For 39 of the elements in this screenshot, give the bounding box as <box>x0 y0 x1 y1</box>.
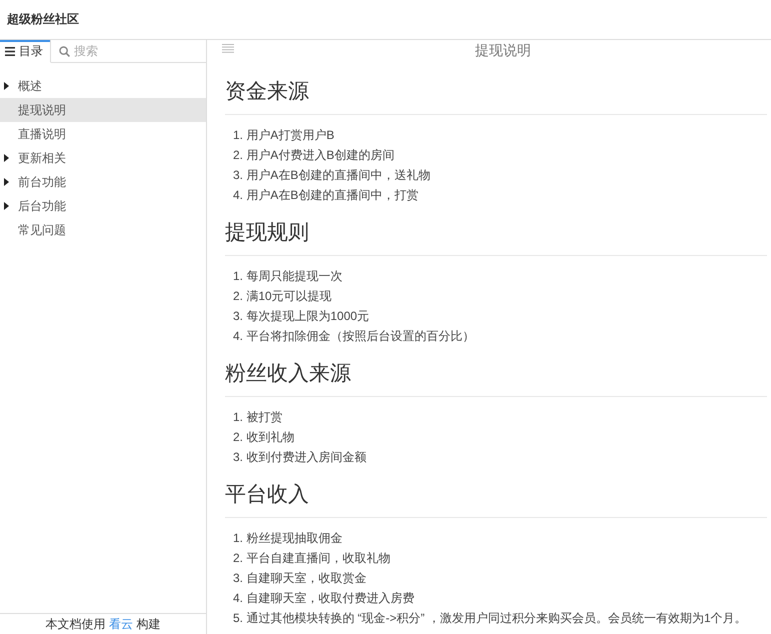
list-item: 2. 用户A付费进入B创建的房间 <box>233 147 394 164</box>
section-heading: 粉丝收入来源 <box>225 362 351 386</box>
caret-icon[interactable] <box>4 202 9 210</box>
sidebar-item[interactable]: 前台功能 <box>0 170 206 194</box>
toc-tab[interactable]: 目录 <box>0 40 51 63</box>
list-item: 3. 每次提现上限为1000元 <box>233 308 370 325</box>
list-item: 2. 收到礼物 <box>233 429 294 446</box>
list-item: 4. 自建聊天室，收取付费进入房费 <box>233 590 414 607</box>
section-heading: 提现规则 <box>225 221 309 245</box>
sidebar-item[interactable]: 后台功能 <box>0 194 206 218</box>
section-heading: 平台收入 <box>225 483 309 507</box>
section-heading: 资金来源 <box>225 80 309 104</box>
menu-icon <box>5 46 15 56</box>
caret-icon[interactable] <box>4 154 9 162</box>
list-item: 3. 收到付费进入房间金额 <box>233 449 366 466</box>
caret-icon[interactable] <box>4 82 9 90</box>
footer-text: 本文档使用 看云 构建 <box>46 616 160 632</box>
sidebar-item[interactable]: 常见问题 <box>0 218 206 242</box>
list-item: 3. 用户A在B创建的直播间中，送礼物 <box>233 167 430 184</box>
page-title: 提现说明 <box>475 42 531 60</box>
sidebar-item[interactable]: 提现说明 <box>0 98 206 122</box>
list-item: 1. 被打赏 <box>233 409 282 426</box>
list-item: 5. 通过其他模块转换的 “现金->积分” ，激发用户同过积分来购买会员。会员统一有效期为1个月。 <box>233 610 747 627</box>
sidebar-item[interactable]: 直播说明 <box>0 122 206 146</box>
list-item: 3. 自建聊天室，收取赏金 <box>233 570 366 587</box>
list-item: 4. 用户A在B创建的直播间中，打赏 <box>233 187 418 204</box>
site-title: 超级粉丝社区 <box>7 11 79 28</box>
list-item: 4. 平台将扣除佣金（按照后台设置的百分比） <box>233 328 474 345</box>
sidebar-item[interactable]: 概述 <box>0 74 206 98</box>
search-field[interactable]: 搜索 <box>74 42 206 60</box>
search-icon <box>59 46 70 56</box>
menu-toggle-icon[interactable] <box>222 44 234 53</box>
caret-icon[interactable] <box>4 178 9 186</box>
list-item: 1. 每周只能提现一次 <box>233 268 342 285</box>
list-item: 2. 平台自建直播间，收取礼物 <box>233 550 390 567</box>
sidebar-item[interactable]: 更新相关 <box>0 146 206 170</box>
list-item: 1. 用户A打赏用户B <box>233 127 334 144</box>
list-item: 2. 满10元可以提现 <box>233 288 332 305</box>
list-item: 1. 粉丝提现抽取佣金 <box>233 530 342 547</box>
